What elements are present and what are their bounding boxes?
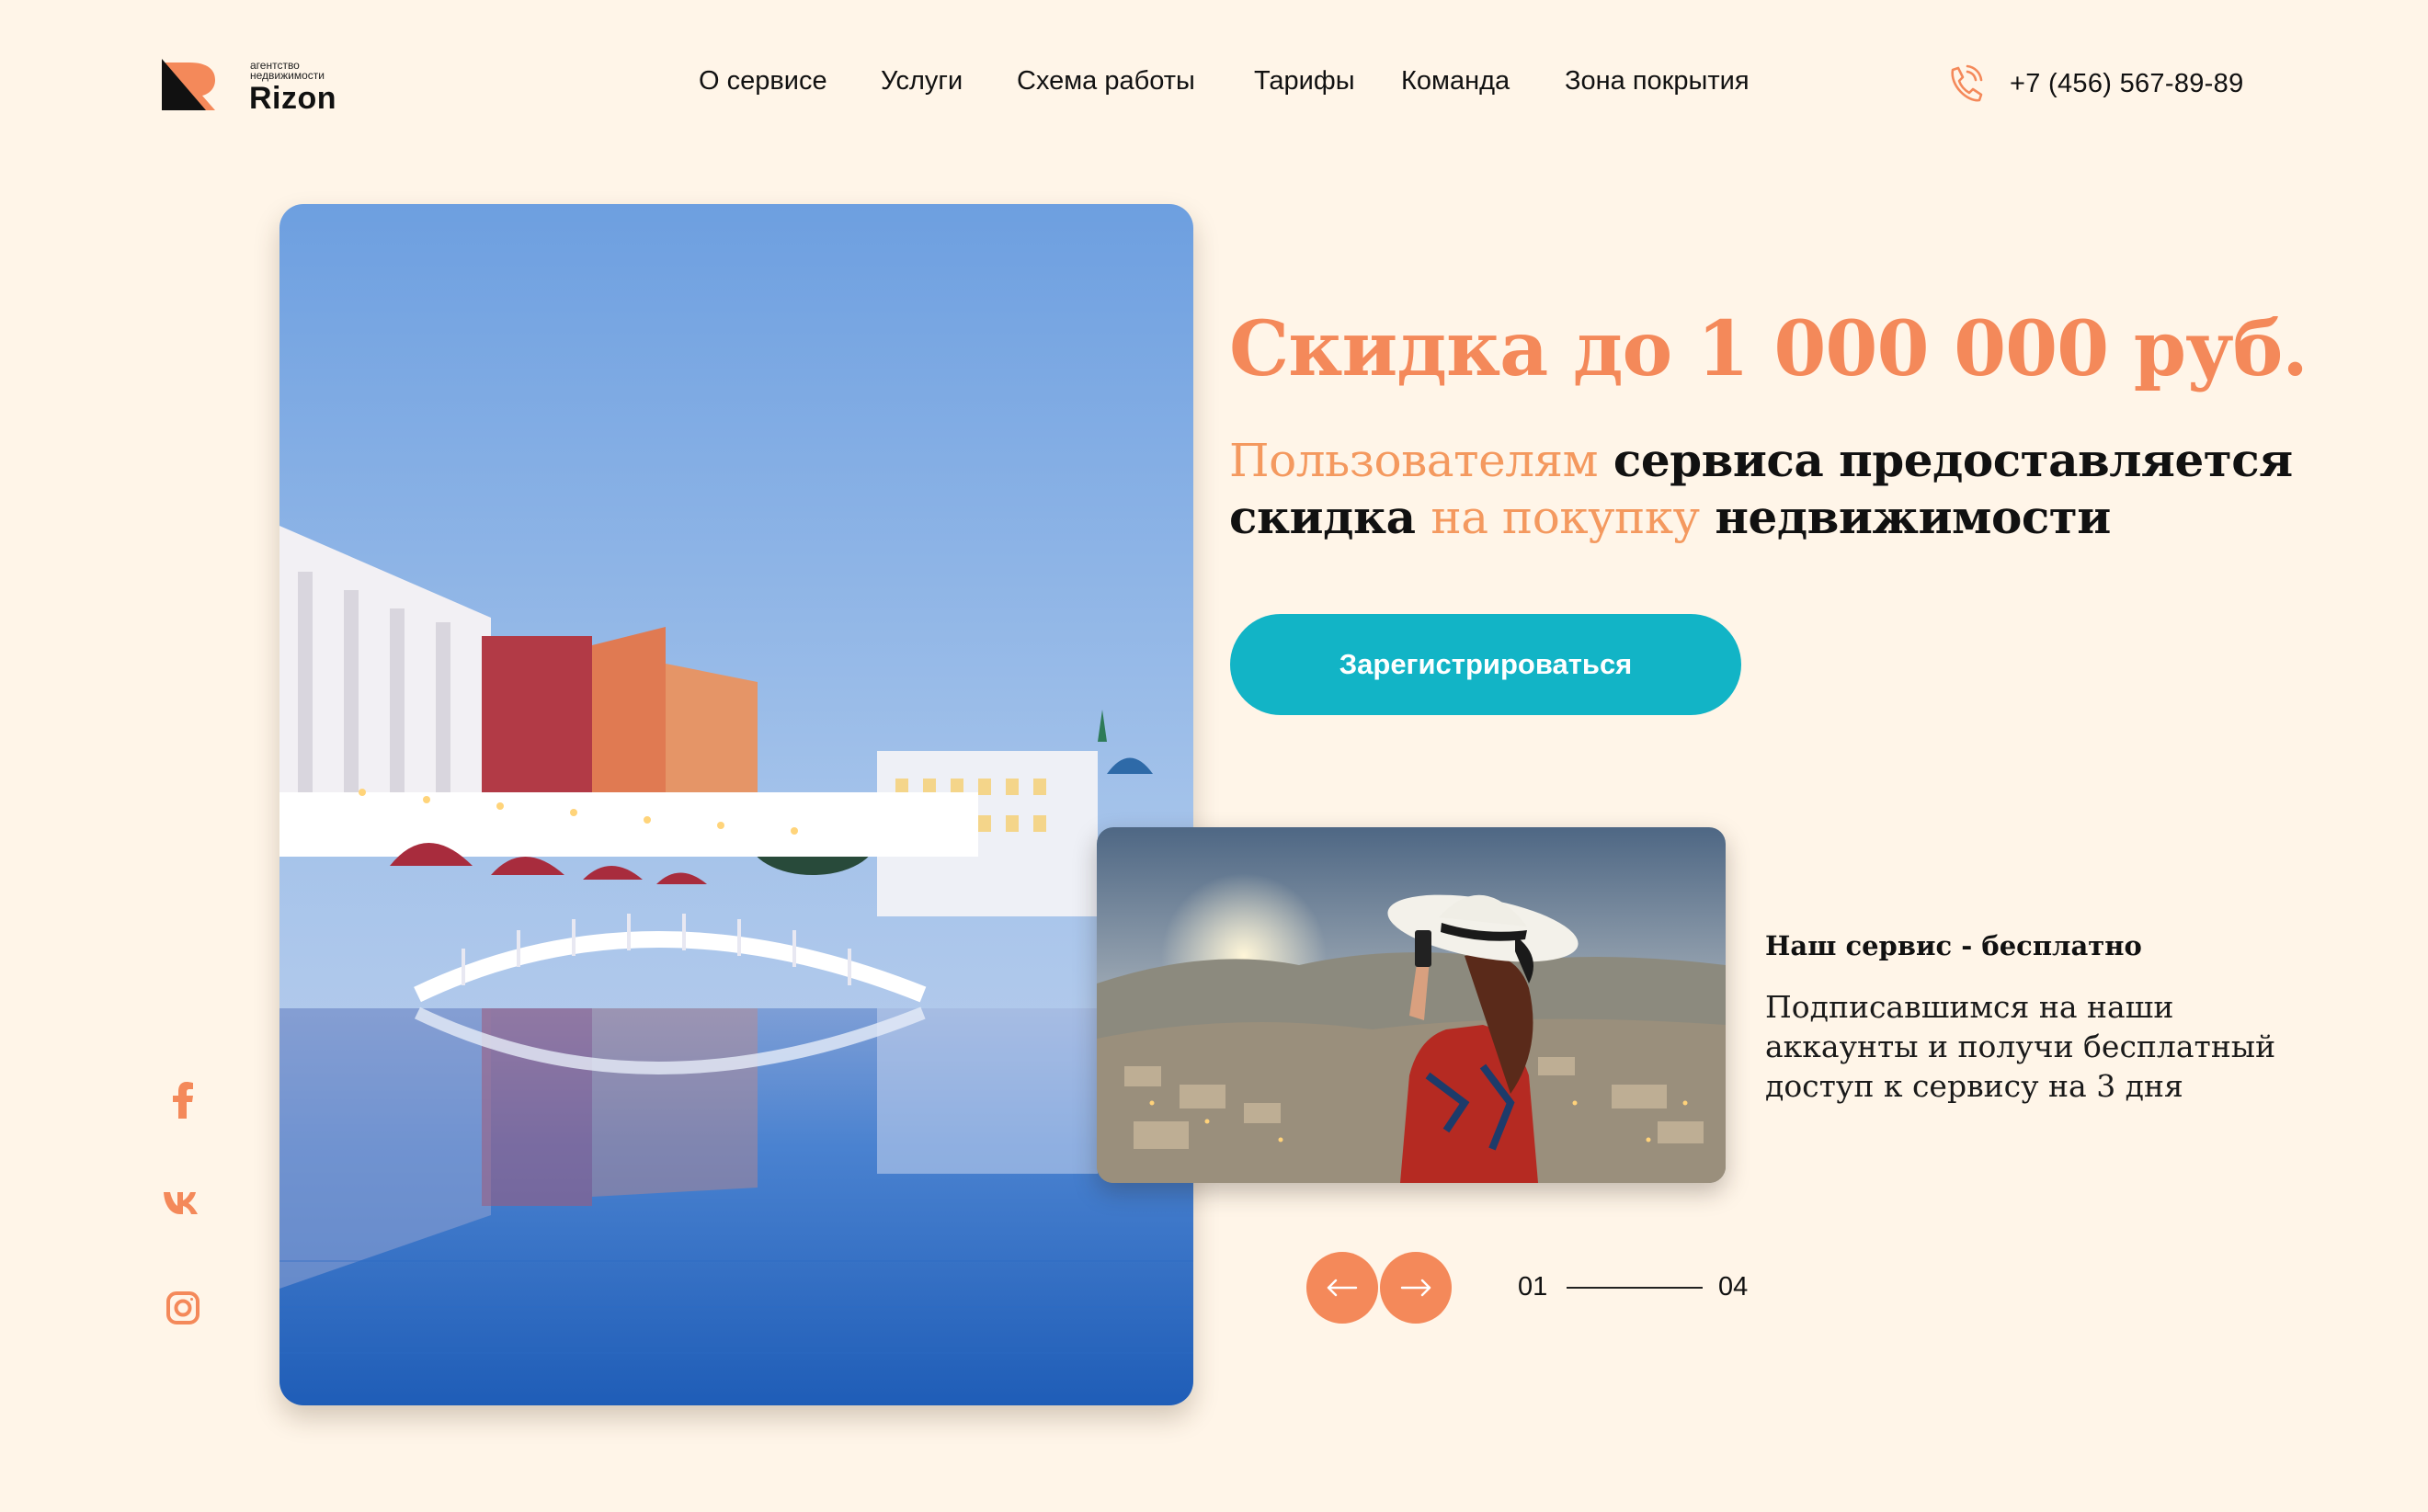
next-slide-button[interactable] — [1380, 1252, 1452, 1324]
arrow-right-icon — [1400, 1279, 1431, 1297]
prev-slide-button[interactable] — [1306, 1252, 1378, 1324]
traveler-hat-photo — [1097, 827, 1726, 1183]
promo-title: Наш сервис - бесплатно — [1765, 930, 2142, 961]
hero-title: Скидка до 1 000 000 руб. — [1229, 305, 2308, 393]
arrow-left-icon — [1327, 1279, 1358, 1297]
hero-subtitle-text-2: недвижимости — [1699, 490, 2111, 544]
nav-item-services[interactable]: Услуги — [881, 66, 963, 97]
resort-pool-photo — [279, 204, 1193, 1405]
vk-link[interactable] — [162, 1182, 204, 1224]
vk-icon — [164, 1192, 198, 1214]
instagram-link[interactable] — [162, 1287, 204, 1329]
phone-icon — [1951, 64, 1983, 102]
register-button[interactable]: Зарегистрироваться — [1230, 614, 1741, 715]
phone-number[interactable]: +7 (456) 567-89-89 — [2010, 69, 2244, 99]
instagram-icon — [166, 1291, 199, 1324]
nav-item-coverage[interactable]: Зона покрытия — [1565, 66, 1750, 97]
nav-item-team[interactable]: Команда — [1401, 66, 1510, 97]
nav-item-pricing[interactable]: Тарифы — [1254, 66, 1355, 97]
pager-progress-line — [1567, 1287, 1703, 1289]
nav-item-about[interactable]: О сервисе — [699, 66, 827, 97]
facebook-link[interactable] — [162, 1079, 204, 1121]
pager-total: 04 — [1718, 1272, 1749, 1302]
promo-text: Подписавшимся на наши аккаунты и получи … — [1765, 989, 2276, 1104]
header-phone[interactable]: +7 (456) 567-89-89 — [1940, 57, 2244, 110]
hero-subtitle: Пользователям сервиса предоставляется ск… — [1229, 432, 2378, 546]
nav-item-workflow[interactable]: Схема работы — [1017, 66, 1195, 97]
pager-current: 01 — [1518, 1272, 1548, 1302]
hero-subtitle-accent-1: Пользователям — [1229, 434, 1598, 487]
facebook-icon — [173, 1082, 193, 1119]
hero-subtitle-accent-2: на покупку — [1431, 491, 1700, 544]
